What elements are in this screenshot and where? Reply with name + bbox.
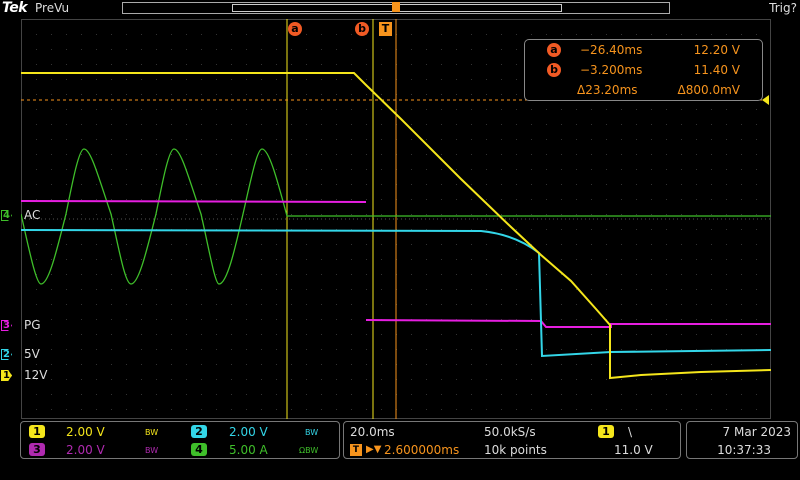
cursor-a-icon: a	[547, 43, 561, 57]
horizontal-scale[interactable]: 20.0ms	[350, 425, 395, 439]
ch1-label: 12V	[24, 368, 48, 382]
ch2-label: 5V	[24, 347, 40, 361]
trigger-position-marker[interactable]	[392, 2, 400, 12]
bottom-status-bar: 1 2.00 V BW 2 2.00 V BW 3 2.00 V BW 4 5.…	[0, 419, 800, 480]
ch2-scale[interactable]: 2.00 V	[229, 425, 268, 439]
top-status-bar: Tek PreVu Trig?	[0, 0, 800, 18]
vertical-settings-panel[interactable]: 1 2.00 V BW 2 2.00 V BW 3 2.00 V BW 4 5.…	[20, 421, 340, 459]
cursor-b-tag[interactable]: b	[355, 22, 369, 36]
trigger-position-icon: T	[350, 444, 362, 456]
ch1-ground-marker[interactable]: 1	[1, 370, 12, 381]
time: 10:37:33	[717, 443, 771, 457]
ch2-ground-marker[interactable]: 2	[1, 349, 12, 360]
brand-logo: Tek	[2, 0, 28, 16]
date: 7 Mar 2023	[722, 425, 791, 439]
trigger-tag[interactable]: T	[379, 22, 392, 36]
trigger-slope-icon[interactable]: \	[628, 425, 632, 439]
ch3-label: PG	[24, 318, 41, 332]
cursor-readout: a −26.40ms 12.20 V b −3.200ms 11.40 V Δ2…	[524, 39, 763, 101]
ch1-badge[interactable]: 1	[29, 425, 45, 438]
ch3-scale[interactable]: 2.00 V	[66, 443, 105, 457]
ch4-scale[interactable]: 5.00 A	[229, 443, 268, 457]
ch3-bw-limit: BW	[145, 446, 159, 455]
ch3-ground-marker[interactable]: 3	[1, 320, 12, 331]
sample-rate: 50.0kS/s	[484, 425, 536, 439]
trigger-level-arrow-icon[interactable]	[762, 95, 769, 105]
ch4-badge[interactable]: 4	[191, 443, 207, 456]
trigger-arrow-icon: ▶▼	[366, 444, 382, 455]
ch1-scale[interactable]: 2.00 V	[66, 425, 105, 439]
ch4-ground-marker[interactable]: 4	[1, 210, 12, 221]
cursor-b-icon: b	[547, 63, 561, 77]
cursor-delta-time: Δ23.20ms	[577, 83, 638, 97]
datetime-panel: 7 Mar 2023 10:37:33	[686, 421, 798, 459]
ch2-bw-limit: BW	[305, 428, 319, 437]
ch4-bw-limit: ΩBW	[299, 446, 319, 455]
cursor-a-tag[interactable]: a	[288, 22, 302, 36]
record-length: 10k points	[484, 443, 547, 457]
trigger-source-badge[interactable]: 1	[598, 425, 614, 438]
trigger-level[interactable]: 11.0 V	[614, 443, 653, 457]
acquisition-mode: PreVu	[35, 1, 70, 15]
ch4-label: AC	[24, 208, 41, 222]
cursor-delta-value: Δ800.0mV	[677, 83, 740, 97]
ch2-badge[interactable]: 2	[191, 425, 207, 438]
ch1-bw-limit: BW	[145, 428, 159, 437]
cursor-a-value: 12.20 V	[693, 43, 740, 57]
cursor-b-time: −3.200ms	[580, 63, 643, 77]
ch3-badge[interactable]: 3	[29, 443, 45, 456]
trigger-position[interactable]: 2.600000ms	[384, 443, 459, 457]
cursor-a-time: −26.40ms	[580, 43, 643, 57]
horizontal-trigger-panel[interactable]: 20.0ms 50.0kS/s T ▶▼ 2.600000ms 10k poin…	[343, 421, 681, 459]
cursor-b-value: 11.40 V	[693, 63, 740, 77]
trigger-status: Trig?	[769, 1, 797, 15]
